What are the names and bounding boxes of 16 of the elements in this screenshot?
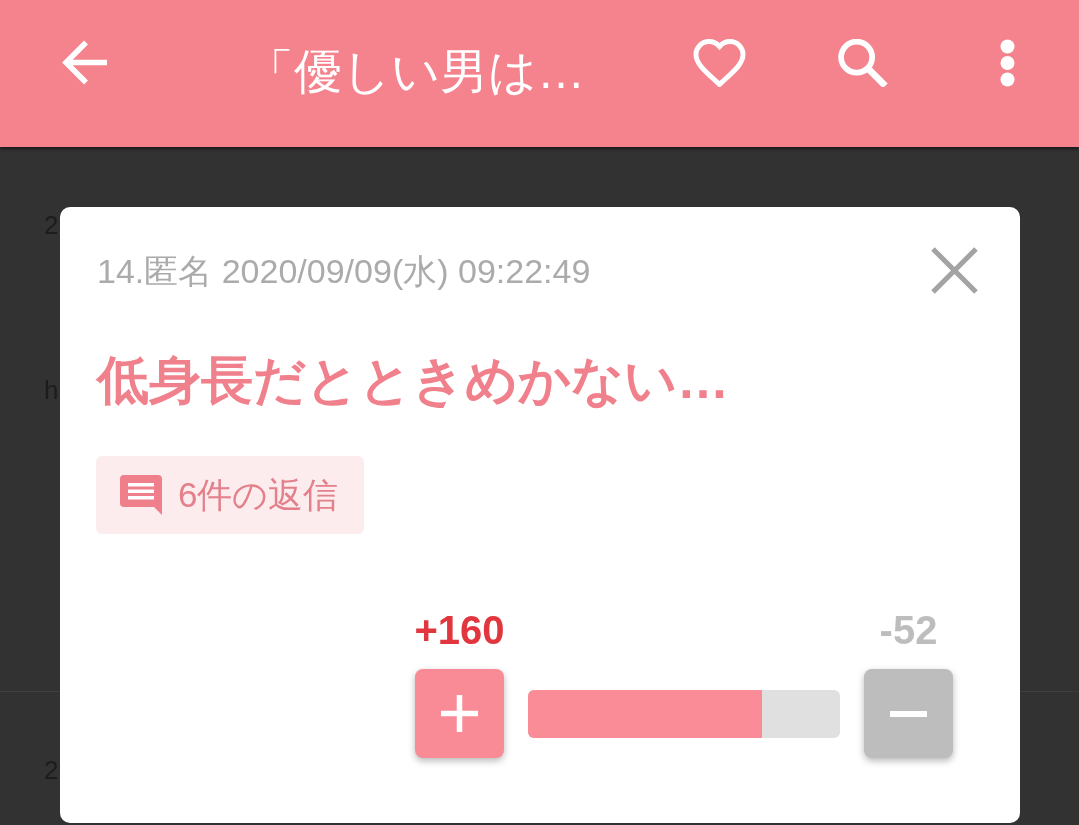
search-icon[interactable]	[836, 39, 889, 87]
plus-icon	[441, 695, 478, 732]
heart-icon[interactable]	[692, 39, 747, 87]
more-options-icon[interactable]	[1000, 39, 1015, 87]
screen-title: 「優しい男は…	[246, 44, 586, 100]
upvote-button[interactable]	[415, 669, 504, 758]
comment-text: 低身長だとときめかない…	[97, 350, 730, 411]
close-icon[interactable]	[931, 247, 978, 294]
downvote-count: -52	[879, 607, 938, 654]
minus-icon	[890, 710, 927, 717]
comment-icon	[120, 475, 162, 515]
replies-button[interactable]: 6件の返信	[96, 456, 365, 534]
back-arrow-icon[interactable]	[60, 39, 109, 86]
downvote-button[interactable]	[864, 669, 953, 758]
upvote-count: +160	[414, 607, 505, 654]
comment-meta: 14.匿名 2020/09/09(水) 09:22:49	[97, 250, 591, 291]
